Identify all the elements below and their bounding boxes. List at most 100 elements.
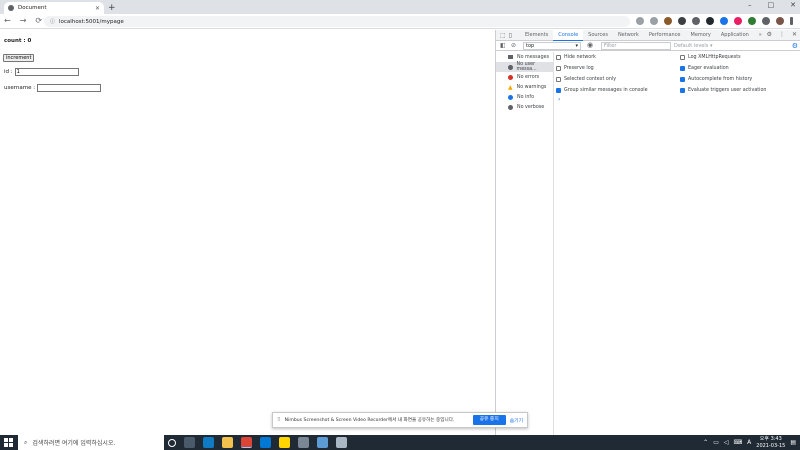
context-select[interactable]: top ▾ — [523, 42, 581, 50]
selected-context-option[interactable]: Selected context only — [556, 74, 680, 85]
settings-column-left: Hide network Preserve log Selected conte… — [556, 52, 680, 96]
checkbox-checked[interactable] — [680, 77, 685, 82]
sidebar-item-errors[interactable]: No errors — [496, 72, 553, 82]
hide-network-option[interactable]: Hide network — [556, 52, 680, 63]
sidebar-item-warnings[interactable]: ▲ No warnings — [496, 82, 553, 92]
sidebar-item-info[interactable]: No info — [496, 92, 553, 102]
username-row: username : — [4, 84, 102, 92]
eager-eval-option[interactable]: Eager evaluation — [680, 63, 800, 74]
profile-avatar[interactable] — [776, 17, 784, 25]
ime-indicator[interactable]: A — [747, 439, 751, 446]
forward-button[interactable]: → — [20, 16, 27, 25]
stop-sharing-button[interactable]: 공유 중지 — [472, 415, 506, 425]
checkbox[interactable] — [556, 55, 561, 60]
new-tab-button[interactable]: + — [108, 3, 116, 13]
browser-tab[interactable]: Document ✕ — [4, 2, 104, 14]
preserve-log-option[interactable]: Preserve log — [556, 63, 680, 74]
taskbar-search[interactable]: ⌕ 검색하려면 여기에 입력하십시오. — [18, 435, 164, 450]
error-icon — [508, 74, 513, 80]
tab-memory[interactable]: Memory — [686, 30, 716, 41]
keyboard-icon[interactable]: ⌨ — [733, 439, 742, 446]
address-bar[interactable]: ⓘ localhost:5001/mypage — [44, 16, 630, 27]
task-view-icon[interactable] — [184, 437, 195, 448]
tab-performance[interactable]: Performance — [644, 30, 686, 41]
more-tabs-button[interactable]: » — [754, 30, 767, 41]
evaluate-triggers-option[interactable]: Evaluate triggers user activation — [680, 85, 800, 96]
extension-icon[interactable] — [720, 17, 728, 25]
sidebar-toggle-icon[interactable]: ◧ — [500, 42, 506, 49]
hide-button[interactable]: 숨기기 — [510, 417, 523, 424]
bookmark-star-icon[interactable] — [650, 17, 658, 25]
network-icon[interactable]: ▭ — [713, 439, 719, 446]
edge-icon[interactable] — [203, 437, 214, 448]
console-toolbar: ◧ ⊘ top ▾ ◉ Filter Default levels ▾ ⚙ — [496, 41, 800, 51]
tab-application[interactable]: Application — [716, 30, 754, 41]
vscode-icon[interactable] — [260, 437, 271, 448]
menu-kebab-icon[interactable] — [790, 17, 793, 25]
close-tab-icon[interactable]: ✕ — [95, 5, 100, 12]
username-input[interactable] — [37, 84, 102, 92]
extension-icon[interactable] — [734, 17, 742, 25]
log-xhr-option[interactable]: Log XMLHttpRequests — [680, 52, 800, 63]
sticky-notes-icon[interactable] — [279, 437, 290, 448]
chrome-icon[interactable] — [241, 437, 252, 448]
volume-icon[interactable]: ◁ — [724, 439, 729, 446]
checkbox[interactable] — [680, 55, 685, 60]
app-icon[interactable] — [336, 437, 347, 448]
tab-console[interactable]: Console — [553, 29, 584, 41]
checkbox[interactable] — [556, 66, 561, 71]
checkbox-checked[interactable] — [680, 88, 685, 93]
increment-button[interactable]: increment — [3, 54, 35, 62]
checkbox-checked[interactable] — [556, 88, 561, 93]
device-toolbar-icon[interactable]: ▯ — [509, 32, 512, 39]
cortana-icon[interactable] — [168, 439, 176, 447]
maximize-button[interactable]: □ — [768, 1, 775, 9]
group-similar-option[interactable]: Group similar messages in console — [556, 85, 680, 96]
app-icon[interactable] — [317, 437, 328, 448]
tab-elements[interactable]: Elements — [520, 30, 553, 41]
inspect-element-icon[interactable]: ⬚ — [500, 32, 506, 39]
minimize-button[interactable]: – — [748, 1, 752, 9]
option-label: Selected context only — [564, 77, 617, 82]
log-levels-dropdown[interactable]: Default levels ▾ — [674, 43, 712, 49]
extensions-puzzle-icon[interactable] — [762, 17, 770, 25]
kebab-menu-icon[interactable]: ⋮ — [779, 31, 785, 38]
filter-input[interactable]: Filter — [601, 42, 671, 50]
extension-icon[interactable] — [664, 17, 672, 25]
chevron-up-icon[interactable]: ⌃ — [703, 439, 708, 446]
extension-icon[interactable] — [678, 17, 686, 25]
info-icon[interactable]: ⓘ — [50, 18, 55, 25]
tab-sources[interactable]: Sources — [583, 30, 613, 41]
extension-icon[interactable] — [748, 17, 756, 25]
drag-handle-icon[interactable]: ⠿ — [277, 417, 281, 423]
chevron-down-icon: ▾ — [575, 43, 578, 49]
eye-icon[interactable]: ◉ — [587, 41, 593, 49]
reload-button[interactable]: ⟳ — [35, 16, 42, 25]
console-prompt[interactable]: › — [558, 96, 560, 103]
windows-start-button[interactable] — [4, 438, 14, 447]
file-explorer-icon[interactable] — [222, 437, 233, 448]
windows-taskbar: ⌕ 검색하려면 여기에 입력하십시오. ⌃ ▭ ◁ ⌨ A 오후 3:43 20… — [0, 435, 800, 450]
clock[interactable]: 오후 3:43 2021-03-15 — [756, 436, 785, 449]
gear-icon[interactable]: ⚙ — [767, 31, 772, 38]
close-devtools-icon[interactable]: ✕ — [792, 31, 797, 38]
clear-console-icon[interactable]: ⊘ — [511, 42, 516, 49]
sidebar-item-messages[interactable]: No messages — [496, 52, 553, 62]
sidebar-item-label: No warnings — [516, 84, 547, 90]
close-window-button[interactable]: ✕ — [790, 1, 796, 9]
autocomplete-option[interactable]: Autocomplete from history — [680, 74, 800, 85]
sidebar-item-verbose[interactable]: No verbose — [496, 102, 553, 112]
zoom-icon[interactable] — [636, 17, 644, 25]
info-icon — [508, 94, 513, 100]
id-input[interactable] — [14, 68, 79, 76]
checkbox[interactable] — [556, 77, 561, 82]
sidebar-item-user-messages[interactable]: No user messa... — [496, 62, 553, 72]
console-settings-gear-icon[interactable]: ⚙ — [792, 42, 798, 50]
notifications-icon[interactable]: ▤ — [790, 439, 796, 446]
github-icon[interactable] — [706, 17, 714, 25]
back-button[interactable]: ← — [4, 16, 11, 25]
tab-network[interactable]: Network — [613, 30, 644, 41]
app-icon[interactable] — [298, 437, 309, 448]
extension-icon[interactable] — [692, 17, 700, 25]
checkbox-checked[interactable] — [680, 66, 685, 71]
